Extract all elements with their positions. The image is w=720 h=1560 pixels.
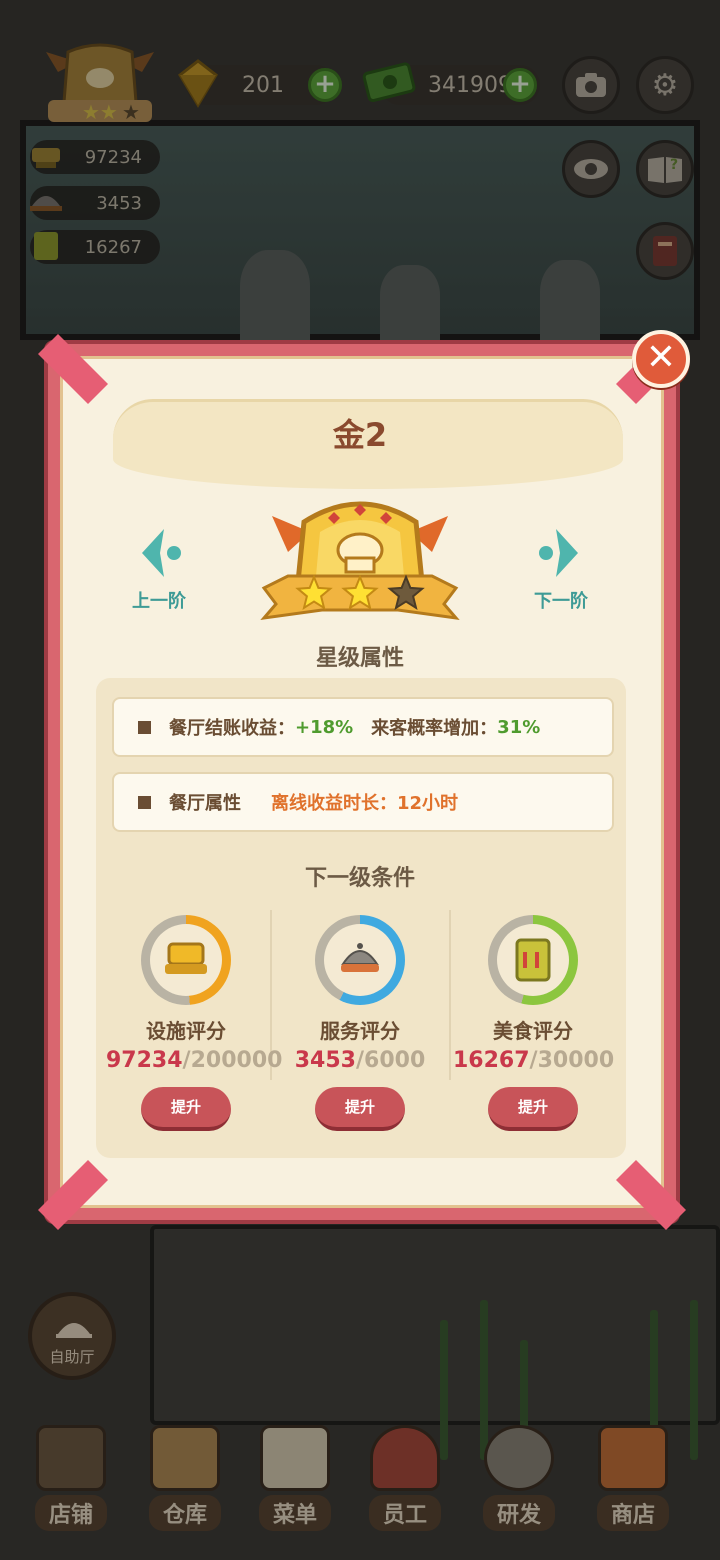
upgrade-service-button[interactable]: 提升	[315, 1087, 405, 1131]
divider	[449, 910, 451, 1080]
star-filled-icon	[341, 574, 379, 610]
service-score-label: 服务评分	[320, 1019, 400, 1043]
upgrade-food-button[interactable]: 提升	[488, 1087, 578, 1131]
upgrade-facility-button[interactable]: 提升	[141, 1087, 231, 1131]
ribbon-corner-icon	[38, 334, 108, 404]
arrow-right-icon	[539, 529, 578, 577]
close-icon: ✕	[645, 337, 677, 378]
facility-progress-text: 97234/200000	[106, 1048, 282, 1073]
facility-icon	[165, 942, 207, 974]
guest-rate-label: 来客概率增加：	[371, 718, 498, 739]
star-rating	[292, 574, 428, 614]
food-current: 16267	[453, 1048, 530, 1073]
cloche-icon	[341, 943, 379, 972]
facility-condition: 设施评分 97234/200000 提升	[106, 915, 282, 1145]
facility-progress-ring	[141, 915, 231, 1005]
income-attribute-row: 餐厅结账收益： +18% 来客概率增加： 31%	[112, 697, 614, 757]
service-progress-text: 3453/6000	[280, 1048, 440, 1073]
checkout-income-value: +18%	[295, 716, 354, 738]
checkout-income-label: 餐厅结账收益：	[169, 718, 295, 739]
food-score-label: 美食评分	[493, 1019, 573, 1043]
offline-income-label: 离线收益时长：	[271, 793, 397, 814]
close-button[interactable]: ✕	[632, 330, 690, 388]
star-empty-icon	[387, 574, 425, 610]
ribbon-corner-icon	[616, 1160, 686, 1230]
star-attributes-heading: 星级属性	[315, 646, 404, 671]
food-condition: 美食评分 16267/30000 提升	[453, 915, 615, 1145]
service-condition: 服务评分 3453/6000 提升	[280, 915, 440, 1145]
guest-rate-value: 31%	[497, 716, 541, 738]
offline-income-value: 12小时	[397, 793, 459, 814]
prev-tier-label: 上一阶	[132, 591, 186, 612]
next-tier-button[interactable]: 下一阶	[526, 525, 596, 615]
ribbon-corner-icon	[38, 1160, 108, 1230]
bullet-square	[138, 795, 151, 809]
food-progress-text: 16267/30000	[453, 1048, 615, 1073]
arrow-left-icon	[142, 529, 181, 577]
facility-target: /200000	[182, 1048, 283, 1073]
next-tier-label: 下一阶	[534, 591, 588, 612]
service-target: /6000	[355, 1048, 426, 1073]
menu-book-icon	[515, 938, 551, 982]
next-level-heading: 下一级条件	[304, 866, 415, 891]
facility-current: 97234	[106, 1048, 183, 1073]
service-progress-ring	[315, 915, 405, 1005]
restaurant-attribute-label: 餐厅属性	[169, 793, 241, 814]
prev-tier-button[interactable]: 上一阶	[124, 525, 194, 615]
star-filled-icon	[295, 574, 333, 610]
facility-score-label: 设施评分	[146, 1019, 226, 1043]
service-current: 3453	[294, 1048, 356, 1073]
bullet-square	[138, 720, 151, 734]
food-progress-ring	[488, 915, 578, 1005]
food-target: /30000	[529, 1048, 615, 1073]
rank-title: 金2	[332, 416, 388, 454]
offline-attribute-row: 餐厅属性 离线收益时长： 12小时	[112, 772, 614, 832]
